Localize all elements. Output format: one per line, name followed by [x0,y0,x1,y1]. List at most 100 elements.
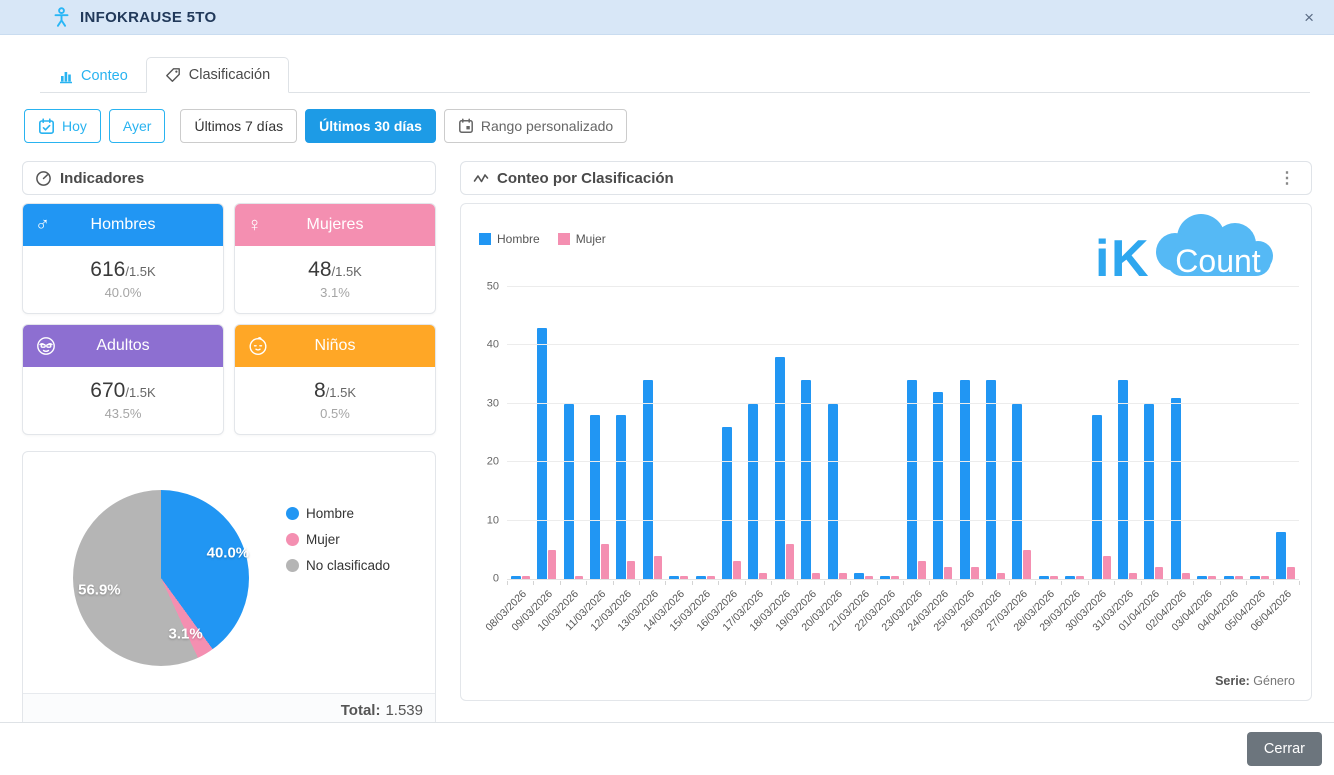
close-icon[interactable]: × [1298,9,1320,26]
card-label: Adultos [61,337,185,355]
bar-group [692,287,718,579]
bar-hombre [696,576,706,579]
bar-group [982,287,1008,579]
legend-swatch [558,233,570,245]
card-value: 8/1.5K [235,379,435,403]
date-filters: Hoy Ayer Últimos 7 días Últimos 30 días … [24,109,1310,143]
card-value: 670/1.5K [23,379,223,403]
card-pct: 0.5% [235,406,435,421]
filter-rango-button[interactable]: Rango personalizado [444,109,627,143]
bar-hombre [801,380,811,579]
panel-title: Conteo por Clasificación [497,170,674,187]
filter-label: Últimos 7 días [194,118,283,134]
bar-mujer [1182,573,1190,579]
y-tick-label: 10 [463,515,499,526]
card-adultos: Adultos 670/1.5K 43.5% [22,324,224,435]
legend-item: Mujer [558,232,606,246]
bar-group [850,287,876,579]
child-icon [247,335,273,357]
bar-mujer [944,567,952,579]
filter-30dias-button[interactable]: Últimos 30 días [305,109,436,143]
bar-group [507,287,533,579]
bar-hombre [1039,576,1049,579]
filter-7dias-button[interactable]: Últimos 7 días [180,109,297,143]
bar-group [1273,287,1299,579]
card-pct: 43.5% [23,406,223,421]
bar-hombre [722,427,732,579]
bar-xaxis: 08/03/202609/03/202610/03/202611/03/2026… [507,581,1299,653]
pie-chart [73,490,249,666]
bar-mujer [759,573,767,579]
bar-mujer [1103,556,1111,579]
bar-hombre [960,380,970,579]
pie-legend-swatch [286,533,299,546]
svg-text:Count: Count [1175,243,1261,279]
bar-hombre [564,404,574,579]
pie-panel: 40.0% 3.1% 56.9% HombreMujerNo clasifica… [22,451,436,727]
card-pct: 3.1% [235,285,435,300]
bar-mujer [707,576,715,579]
bar-hombre [590,415,600,579]
legend-swatch [479,233,491,245]
card-pct: 40.0% [23,285,223,300]
total-label: Total: [341,702,381,719]
bar-hombre [1171,398,1181,579]
bar-mujer [627,561,635,579]
card-value: 48/1.5K [235,258,435,282]
filter-hoy-button[interactable]: Hoy [24,109,101,143]
bar-mujer [786,544,794,579]
y-tick-label: 0 [463,574,499,585]
bar-mujer [971,567,979,579]
bar-mujer [1287,567,1295,579]
activity-icon [473,172,489,185]
bar-hombre [933,392,943,579]
tab-conteo[interactable]: Conteo [40,59,146,93]
calendar-check-icon [38,118,55,135]
bar-group [903,287,929,579]
tabs: Conteo Clasificación [40,55,1310,93]
serie-caption: Serie: Género [1215,674,1295,688]
total-value: 1.539 [385,702,423,719]
bar-hombre [1065,576,1075,579]
bar-hombre [775,357,785,579]
bar-mujer [997,573,1005,579]
pie-legend: HombreMujerNo clasificado [286,506,390,573]
bar-hombre [854,573,864,579]
bar-hombre [907,380,917,579]
bar-group [586,287,612,579]
bar-hombre [511,576,521,579]
titlebar: INFOKRAUSE 5TO × [0,0,1334,35]
bar-mujer [865,576,873,579]
legend-item: Hombre [479,232,540,246]
pie-legend-swatch [286,507,299,520]
bar-mujer [575,576,583,579]
bar-group [824,287,850,579]
tab-label: Conteo [81,68,128,84]
ikcount-logo: i K Count [1083,208,1283,286]
bar-hombre [880,576,890,579]
tab-clasificacion[interactable]: Clasificación [146,57,289,93]
bar-mujer [522,576,530,579]
bar-hombre [643,380,653,579]
bar-group [1035,287,1061,579]
card-value: 616/1.5K [23,258,223,282]
bar-group [956,287,982,579]
bar-groups [507,287,1299,579]
kebab-menu-icon[interactable]: ⋮ [1275,168,1299,188]
bar-hombre [1118,380,1128,579]
bar-mujer [1235,576,1243,579]
bar-group [1167,287,1193,579]
card-ninos: Niños 8/1.5K 0.5% [234,324,436,435]
bar-hombre [537,328,547,579]
bar-hombre [828,404,838,579]
bar-group [797,287,823,579]
filter-label: Últimos 30 días [319,118,422,134]
gauge-icon [35,170,52,187]
bar-chart-icon [58,69,73,84]
cerrar-button[interactable]: Cerrar [1247,732,1322,766]
bar-group [771,287,797,579]
adult-icon [35,335,61,357]
bar-mujer [1155,567,1163,579]
bar-group [930,287,956,579]
filter-ayer-button[interactable]: Ayer [109,109,166,143]
